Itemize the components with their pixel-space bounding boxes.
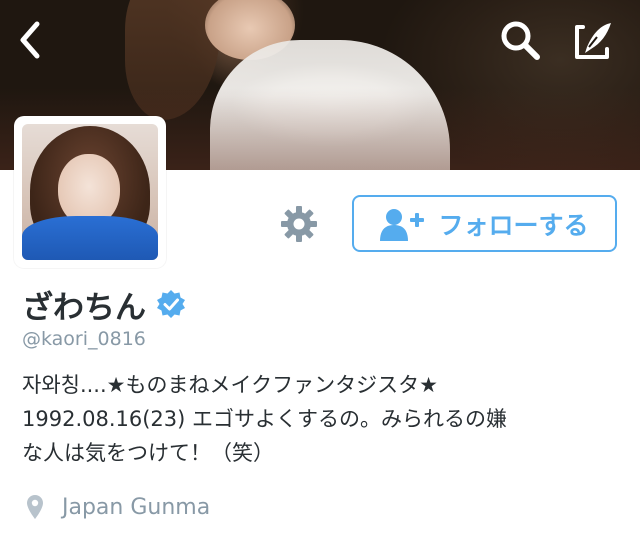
profile-location: Japan Gunma [26, 494, 210, 520]
chevron-left-icon [20, 21, 40, 59]
avatar[interactable] [22, 124, 158, 260]
profile-bio: 자와칭....★ものまねメイクファンタジスタ★ 1992.08.16(23) エ… [22, 368, 622, 470]
compose-button[interactable] [570, 16, 618, 64]
avatar-frame [14, 116, 166, 268]
bio-line: な人は気をつけて！（笑） [22, 441, 274, 465]
add-user-icon [380, 208, 425, 241]
profile-name: ざわちん [22, 289, 146, 326]
search-button[interactable] [496, 16, 544, 64]
follow-button[interactable]: フォローする [352, 195, 617, 252]
bio-line: 자와칭....★ものまねメイクファンタジスタ★ [22, 373, 438, 397]
verified-badge-icon [157, 290, 185, 318]
settings-button[interactable] [278, 203, 320, 245]
location-pin-icon [27, 495, 43, 519]
search-icon [501, 21, 540, 60]
profile-handle: @kaori_0816 [22, 328, 146, 350]
bio-line: 1992.08.16(23) エゴサよくするの。みられるの嫌 [22, 407, 508, 431]
follow-button-label: フォローする [438, 210, 589, 240]
profile-name-row: ざわちん [22, 282, 186, 326]
gear-icon [281, 206, 317, 242]
compose-tweet-icon [575, 23, 611, 59]
back-button[interactable] [6, 16, 54, 64]
location-text: Japan Gunma [62, 494, 211, 520]
avatar-shirt [22, 216, 158, 260]
